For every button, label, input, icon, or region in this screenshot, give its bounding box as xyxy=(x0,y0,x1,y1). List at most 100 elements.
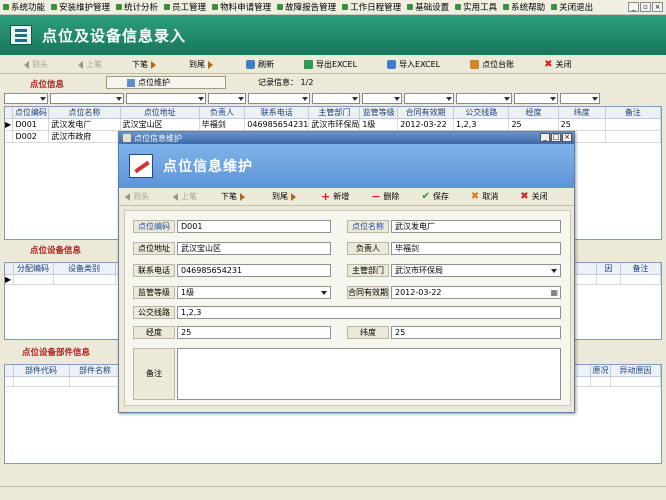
dialog-prev-button[interactable]: 上笔 xyxy=(173,189,197,205)
table-cell[interactable] xyxy=(610,376,661,387)
import-excel-button[interactable]: 导入EXCEL xyxy=(387,57,440,73)
dept-select[interactable]: 武汉市环保局 xyxy=(391,264,561,277)
table-cell[interactable]: 1级 xyxy=(359,118,399,131)
dialog-first-button[interactable]: 到头 xyxy=(125,189,149,205)
table-cell[interactable] xyxy=(69,376,122,387)
column-header[interactable]: 点位编码 xyxy=(12,107,50,119)
filter-dropdown[interactable] xyxy=(362,93,402,104)
filter-dropdown[interactable] xyxy=(404,93,454,104)
export-excel-button[interactable]: 导出EXCEL xyxy=(304,57,357,73)
column-header[interactable]: 设备类别 xyxy=(53,263,116,275)
address-field[interactable]: 武汉宝山区 xyxy=(177,242,331,255)
close-icon[interactable]: × xyxy=(652,2,663,12)
level-select[interactable]: 1级 xyxy=(177,286,331,299)
remark-textarea[interactable] xyxy=(177,348,561,400)
menu-exit[interactable]: 关闭退出 xyxy=(548,0,596,15)
table-cell[interactable]: 25 xyxy=(558,118,606,131)
menu-stats[interactable]: 统计分析 xyxy=(113,0,161,15)
menu-material[interactable]: 物料申请管理 xyxy=(209,0,274,15)
table-cell[interactable]: 武汉发电厂 xyxy=(48,118,121,131)
dialog-titlebar[interactable]: 点位信息维护 _ □ × xyxy=(119,132,574,144)
filter-dropdown[interactable] xyxy=(456,93,512,104)
column-header[interactable]: 点位地址 xyxy=(120,107,200,119)
lng-field[interactable]: 25 xyxy=(177,326,331,339)
column-header[interactable]: 负责人 xyxy=(199,107,246,119)
contract-date-field[interactable]: 2012-03-22 xyxy=(391,286,561,299)
close-button[interactable]: ✖ 关闭 xyxy=(544,57,571,73)
first-button[interactable]: 到头 xyxy=(24,57,48,73)
menu-install[interactable]: 安装维护管理 xyxy=(48,0,113,15)
owner-field[interactable]: 毕福剑 xyxy=(391,242,561,255)
prev-button[interactable]: 上笔 xyxy=(78,57,102,73)
table-cell[interactable]: D001 xyxy=(12,118,50,131)
table-cell[interactable]: D002 xyxy=(12,130,50,143)
table-cell[interactable] xyxy=(605,130,661,143)
dialog-add-button[interactable]: + 新增 xyxy=(321,189,349,205)
menu-basic[interactable]: 基础设置 xyxy=(404,0,452,15)
site-maintain-tab[interactable]: 点位维护 xyxy=(106,76,226,89)
close-icon[interactable]: × xyxy=(562,133,572,142)
dialog-last-button[interactable]: 到尾 xyxy=(272,189,299,205)
menu-staff[interactable]: 员工管理 xyxy=(161,0,209,15)
filter-dropdown[interactable] xyxy=(50,93,124,104)
table-cell[interactable] xyxy=(13,274,54,285)
filter-dropdown[interactable] xyxy=(4,93,48,104)
table-cell[interactable]: 武汉市政府 xyxy=(48,130,121,143)
bus-field[interactable]: 1,2,3 xyxy=(177,306,561,319)
column-header[interactable]: 分配编码 xyxy=(13,263,54,275)
table-cell[interactable]: 毕福剑 xyxy=(199,118,246,131)
column-header[interactable]: 经度 xyxy=(508,107,559,119)
filter-dropdown[interactable] xyxy=(248,93,310,104)
table-cell[interactable]: 武汉宝山区 xyxy=(120,118,200,131)
dialog-save-button[interactable]: ✔ 保存 xyxy=(421,189,448,205)
dialog-next-button[interactable]: 下笔 xyxy=(221,189,248,205)
column-header[interactable]: 联系电话 xyxy=(244,107,310,119)
dialog-delete-button[interactable]: − 删除 xyxy=(371,189,399,205)
menu-fault[interactable]: 故障报告管理 xyxy=(274,0,339,15)
table-cell[interactable]: 046985654231 xyxy=(244,118,310,131)
lat-field[interactable]: 25 xyxy=(391,326,561,339)
site-ledger-button[interactable]: 点位台账 xyxy=(470,57,514,73)
filter-dropdown[interactable] xyxy=(126,93,206,104)
minimize-icon[interactable]: _ xyxy=(628,2,639,12)
column-header[interactable]: 原况 xyxy=(590,365,611,377)
menu-tools[interactable]: 实用工具 xyxy=(452,0,500,15)
column-header[interactable]: 纬度 xyxy=(558,107,606,119)
table-cell[interactable]: 25 xyxy=(508,118,559,131)
name-field[interactable]: 武汉发电厂 xyxy=(391,220,561,233)
column-header[interactable]: 合同有效期 xyxy=(397,107,455,119)
code-field[interactable]: D001 xyxy=(177,220,331,233)
table-cell[interactable]: 武汉市环保局 xyxy=(308,118,361,131)
restore-icon[interactable]: ▫ xyxy=(640,2,651,12)
table-cell[interactable] xyxy=(53,274,116,285)
column-header[interactable]: 因 xyxy=(596,263,621,275)
table-cell[interactable] xyxy=(590,376,611,387)
minimize-icon[interactable]: _ xyxy=(540,133,550,142)
table-cell[interactable] xyxy=(605,118,661,131)
column-header[interactable]: 异动原因 xyxy=(610,365,661,377)
filter-dropdown[interactable] xyxy=(560,93,600,104)
menu-system[interactable]: 系统功能 xyxy=(0,0,48,15)
refresh-button[interactable]: 刷新 xyxy=(246,57,274,73)
phone-field[interactable]: 046985654231 xyxy=(177,264,331,277)
column-header[interactable]: 监管等级 xyxy=(359,107,399,119)
table-cell[interactable] xyxy=(596,274,621,285)
column-header[interactable]: 点位名称 xyxy=(48,107,121,119)
table-cell[interactable] xyxy=(620,274,661,285)
maximize-icon[interactable]: □ xyxy=(551,133,561,142)
column-header[interactable]: 备注 xyxy=(605,107,661,119)
column-header[interactable]: 部件名称 xyxy=(69,365,122,377)
table-cell[interactable]: 2012-03-22 xyxy=(397,118,455,131)
table-cell[interactable] xyxy=(13,376,70,387)
last-button[interactable]: 到尾 xyxy=(189,57,216,73)
column-header[interactable]: 备注 xyxy=(620,263,661,275)
column-header[interactable]: 公交线路 xyxy=(453,107,510,119)
column-header[interactable]: 主管部门 xyxy=(308,107,361,119)
next-button[interactable]: 下笔 xyxy=(132,57,159,73)
filter-dropdown[interactable] xyxy=(514,93,558,104)
column-header[interactable]: 部件代码 xyxy=(13,365,70,377)
menu-help[interactable]: 系统帮助 xyxy=(500,0,548,15)
dialog-close-button[interactable]: ✖ 关闭 xyxy=(520,189,547,205)
filter-dropdown[interactable] xyxy=(312,93,360,104)
filter-dropdown[interactable] xyxy=(208,93,246,104)
